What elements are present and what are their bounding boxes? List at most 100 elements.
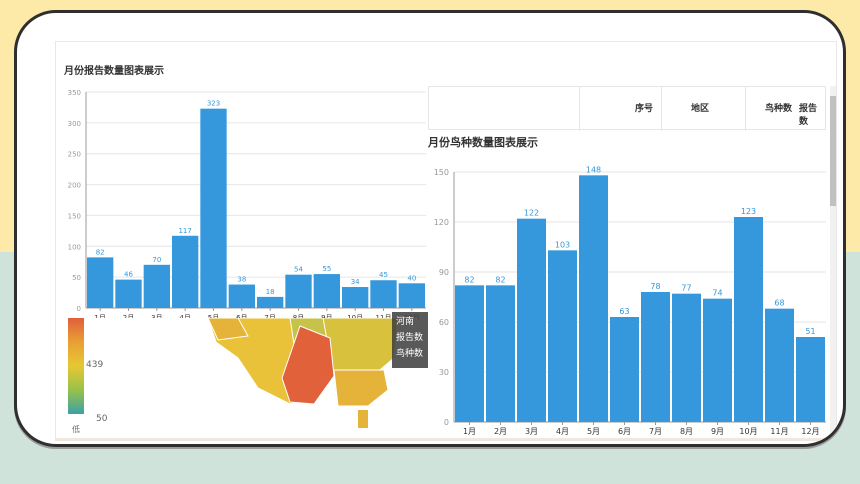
data-label: 68 xyxy=(774,299,784,308)
bar xyxy=(610,317,639,422)
x-tick-label: 4月 xyxy=(556,427,569,436)
y-tick-label: 150 xyxy=(434,168,449,177)
x-tick-label: 9月 xyxy=(711,427,724,436)
bar xyxy=(579,175,608,422)
bar xyxy=(734,217,763,422)
bar xyxy=(313,274,340,308)
table-header-index[interactable]: 序号 xyxy=(635,101,653,114)
table-divider xyxy=(579,87,580,131)
map-legend-gradient[interactable] xyxy=(68,318,84,414)
bar xyxy=(765,308,794,422)
map-tooltip: 河南 报告数 鸟种数 xyxy=(392,312,428,368)
bar xyxy=(370,280,397,308)
data-label: 82 xyxy=(464,275,474,284)
data-label: 63 xyxy=(619,307,629,316)
data-label: 18 xyxy=(266,288,275,296)
table-divider xyxy=(745,87,746,131)
data-label: 123 xyxy=(741,207,756,216)
y-tick-label: 0 xyxy=(444,418,449,427)
map-legend-max: 439 xyxy=(86,360,104,370)
y-tick-label: 0 xyxy=(77,305,81,313)
tooltip-region: 河南 xyxy=(396,317,415,327)
region-table-header: 序号 地区 鸟种数 报告数 xyxy=(428,86,826,131)
data-label: 38 xyxy=(237,276,246,284)
x-tick-label: 3月 xyxy=(525,427,538,436)
bar xyxy=(455,285,484,422)
data-label: 103 xyxy=(555,240,570,249)
table-header-reports[interactable]: 报告数 xyxy=(799,101,825,127)
report-count-bar-chart: 050100150200250300350821月462月703月1174月32… xyxy=(68,89,426,322)
data-label: 122 xyxy=(524,209,539,218)
bar xyxy=(285,274,312,308)
bar xyxy=(115,279,142,308)
tooltip-report-label: 报告数 xyxy=(396,333,424,343)
x-tick-label: 11月 xyxy=(770,427,788,436)
map-regions xyxy=(207,318,399,428)
bar xyxy=(672,293,701,422)
data-label: 117 xyxy=(178,227,191,235)
bar xyxy=(703,298,732,422)
y-tick-label: 90 xyxy=(439,268,449,277)
data-label: 82 xyxy=(96,248,105,256)
bar xyxy=(641,292,670,422)
table-header-region[interactable]: 地区 xyxy=(691,101,709,114)
x-tick-label: 10月 xyxy=(739,427,757,436)
table-header-species[interactable]: 鸟种数 xyxy=(765,101,792,114)
y-tick-label: 60 xyxy=(439,318,449,327)
data-label: 46 xyxy=(124,271,133,279)
data-label: 45 xyxy=(379,271,388,279)
x-tick-label: 8月 xyxy=(680,427,693,436)
bar xyxy=(796,337,825,422)
bottom-stripe xyxy=(56,438,836,440)
china-map[interactable] xyxy=(68,318,418,440)
x-tick-label: 2月 xyxy=(494,427,507,436)
data-label: 82 xyxy=(495,275,505,284)
bar xyxy=(486,285,515,422)
y-tick-label: 250 xyxy=(68,151,81,159)
x-tick-label: 5月 xyxy=(587,427,600,436)
bar xyxy=(172,235,199,308)
data-label: 54 xyxy=(294,266,303,274)
bar xyxy=(398,283,425,308)
bar xyxy=(87,257,114,308)
dashboard-screenshot: 月份报告数量图表展示 050100150200250300350821月462月… xyxy=(55,41,837,441)
map-legend-min: 50 xyxy=(96,414,108,424)
y-tick-label: 200 xyxy=(68,182,81,190)
bar xyxy=(200,108,227,308)
x-tick-label: 1月 xyxy=(463,427,476,436)
bar xyxy=(342,287,369,308)
x-tick-label: 6月 xyxy=(618,427,631,436)
data-label: 323 xyxy=(207,100,220,108)
tooltip-species-label: 鸟种数 xyxy=(396,349,424,359)
data-label: 34 xyxy=(351,278,360,286)
y-tick-label: 300 xyxy=(68,120,81,128)
slide-frame: 月份报告数量图表展示 050100150200250300350821月462月… xyxy=(14,10,846,447)
x-tick-label: 12月 xyxy=(801,427,819,436)
scrollbar-thumb[interactable] xyxy=(830,96,836,206)
data-label: 55 xyxy=(322,265,331,273)
y-tick-label: 350 xyxy=(68,89,81,97)
data-label: 40 xyxy=(407,274,416,282)
y-tick-label: 120 xyxy=(434,218,449,227)
bar xyxy=(548,250,577,422)
bar xyxy=(228,284,255,308)
data-label: 70 xyxy=(152,256,161,264)
y-tick-label: 100 xyxy=(68,243,81,251)
data-label: 74 xyxy=(712,289,722,298)
bar xyxy=(517,218,546,422)
y-tick-label: 30 xyxy=(439,368,449,377)
bar xyxy=(143,264,170,308)
data-label: 78 xyxy=(650,282,660,291)
data-label: 51 xyxy=(805,327,815,336)
y-tick-label: 150 xyxy=(68,212,81,220)
left-chart-title: 月份报告数量图表展示 xyxy=(64,66,164,77)
species-count-bar-chart: 0 30 60 90 120 150 82 1月 82 2月 122 3月 103 4月 148 5月 63 6月… xyxy=(434,165,826,436)
data-label: 148 xyxy=(586,165,601,174)
bar xyxy=(257,296,284,308)
map-legend-low-label: 低 xyxy=(72,425,80,434)
right-chart-title: 月份鸟种数量图表展示 xyxy=(428,136,538,149)
table-divider xyxy=(661,87,662,131)
data-label: 77 xyxy=(681,284,691,293)
y-tick-label: 50 xyxy=(72,274,81,282)
x-tick-label: 7月 xyxy=(649,427,662,436)
